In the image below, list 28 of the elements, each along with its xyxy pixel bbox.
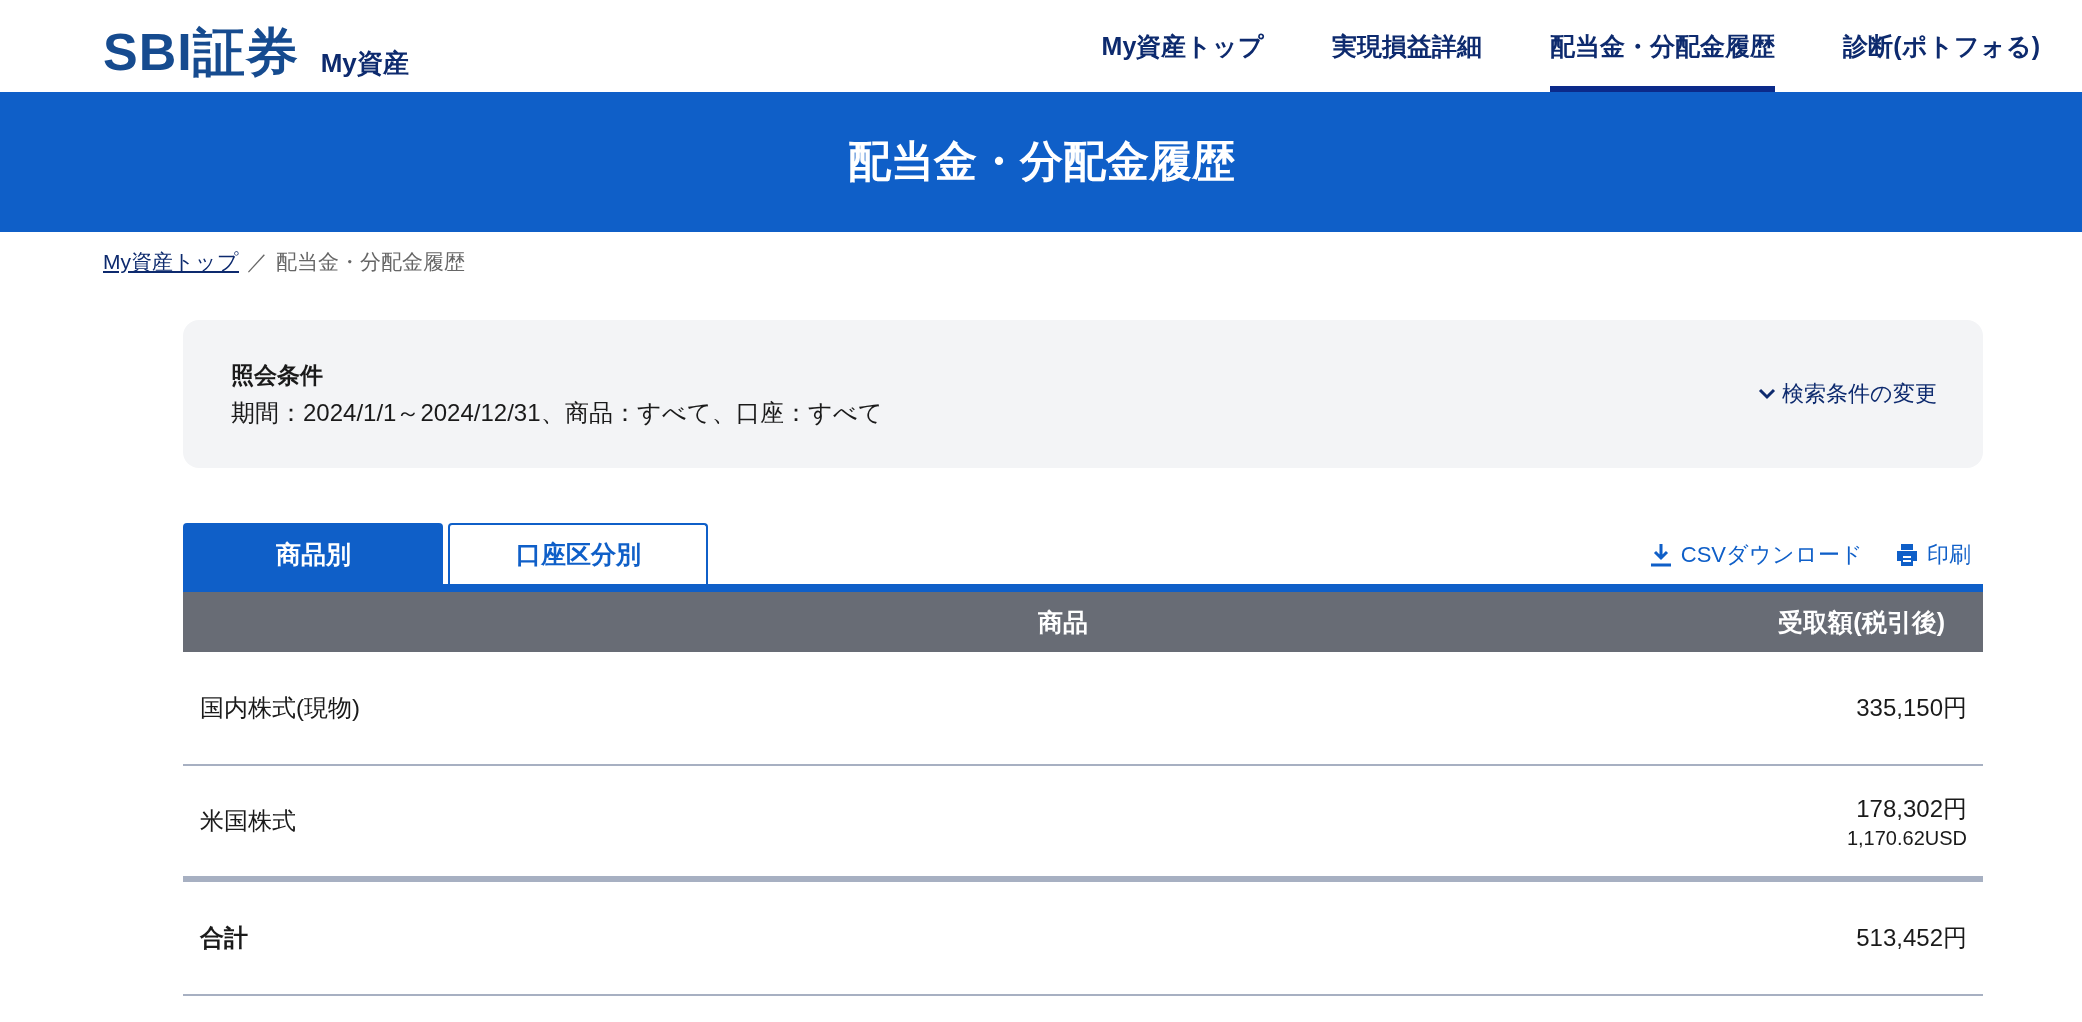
breadcrumb-separator: ／: [247, 249, 268, 275]
nav-link[interactable]: 診断(ポトフォる): [1809, 0, 2040, 92]
column-header: 受取額(税引後): [1777, 606, 1946, 638]
download-link[interactable]: CSVダウンロード: [1648, 540, 1863, 570]
tab[interactable]: 口座区分別: [448, 523, 708, 584]
amount-yen: 178,302円: [1856, 793, 1967, 824]
total-amount: 513,452円: [1856, 923, 1967, 953]
conditions-heading: 照会条件: [231, 360, 324, 390]
brand-logo[interactable]: SBI証券: [103, 26, 299, 78]
printer-icon: [1895, 543, 1919, 567]
total-label: 合計: [199, 923, 249, 953]
site-subtitle: My資産: [320, 50, 409, 78]
print-link[interactable]: 印刷: [1895, 540, 1971, 570]
nav-link[interactable]: My資産トップ: [1067, 0, 1299, 92]
breadcrumb-link[interactable]: My資産トップ: [103, 248, 239, 276]
download-icon: [1648, 543, 1673, 567]
column-header: 商品: [1037, 606, 1089, 638]
page-title: 配当金・分配金履歴: [847, 136, 1235, 187]
breadcrumb-current: 配当金・分配金履歴: [276, 249, 465, 275]
tab[interactable]: 商品別: [183, 523, 443, 584]
product-name: 米国株式: [199, 806, 297, 836]
product-name: 国内株式(現物): [199, 693, 361, 723]
conditions-summary: 期間：2024/1/1～2024/12/31、商品：すべて、口座：すべて: [231, 397, 883, 428]
change-conditions-link[interactable]: 検索条件の変更: [1758, 379, 1937, 409]
amount-usd: 1,170.62USD: [1846, 826, 1967, 850]
amount-yen: 335,150円: [1856, 693, 1967, 723]
nav-link[interactable]: 実現損益詳細: [1298, 0, 1517, 92]
chevron-down-icon: [1758, 388, 1776, 400]
